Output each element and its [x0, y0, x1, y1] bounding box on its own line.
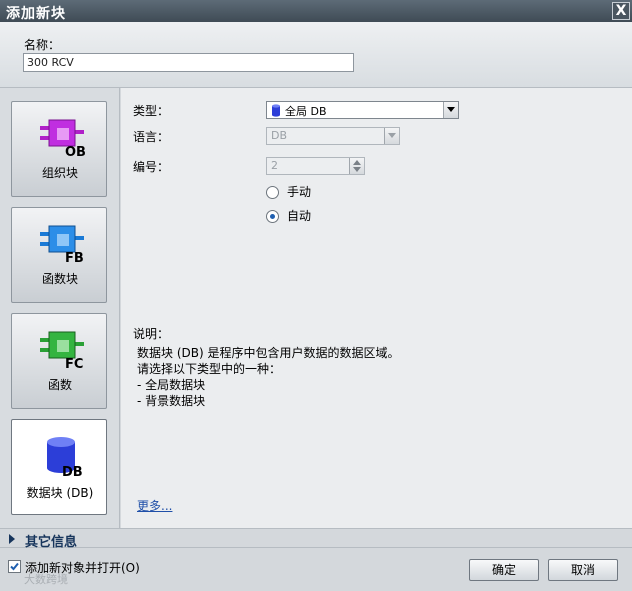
fc-code-text: FC [65, 357, 83, 372]
chevron-down-icon[interactable] [443, 102, 458, 118]
language-label: 语言： [133, 130, 170, 144]
radio-auto[interactable]: 自动 [266, 207, 311, 224]
window-title: 添加新块 [6, 6, 66, 22]
description-line: - 全局数据块 [137, 378, 206, 392]
language-dropdown[interactable]: DB [266, 127, 400, 145]
more-info-toggle[interactable]: 其它信息 [0, 528, 632, 550]
type-label: 类型： [133, 104, 170, 118]
expand-triangle-icon[interactable] [9, 534, 15, 544]
name-input[interactable] [23, 53, 354, 72]
fb-block-icon: FB [40, 225, 84, 266]
block-type-ob-button[interactable]: OB 组织块 [11, 101, 107, 197]
fb-code-text: FB [65, 251, 84, 266]
title-bar: 添加新块 X [0, 0, 632, 22]
checkmark-icon [10, 562, 19, 571]
radio-auto-circle[interactable] [266, 210, 279, 223]
open-after-add-checkbox[interactable] [8, 560, 21, 573]
language-value: DB [271, 129, 288, 142]
ob-code-text: OB [65, 145, 86, 160]
description-title: 说明： [133, 327, 170, 341]
description-line: 数据块 (DB) 是程序中包含用户数据的数据区域。 [137, 346, 400, 360]
db-code-text: DB [62, 465, 83, 478]
close-button[interactable]: X [612, 2, 630, 20]
db-small-icon [272, 104, 280, 117]
block-type-fc-label: 函数 [47, 378, 72, 392]
ok-button[interactable]: 确定 [469, 559, 539, 581]
number-label: 编号： [133, 160, 170, 174]
spin-arrows-icon[interactable] [349, 158, 364, 174]
fc-block-icon: FC [40, 331, 84, 372]
footer-bar: 添加新对象并打开(O) 大数跨境 确定 取消 [0, 549, 632, 591]
block-type-fb-label: 函数块 [41, 272, 78, 286]
watermark-text: 大数跨境 [24, 573, 68, 586]
description-line: 请选择以下类型中的一种： [137, 362, 282, 376]
block-type-panel: OB 组织块 FB 函数块 FC 函数 DB 数据块 (DB) [0, 88, 120, 528]
block-type-fb-button[interactable]: FB 函数块 [11, 207, 107, 303]
radio-manual-label: 手动 [287, 185, 312, 199]
number-stepper[interactable]: 2 [266, 157, 365, 175]
properties-panel: 类型： 全局 DB 语言： DB 编号： 2 手动 自动 说明： 数据块 (DB… [121, 88, 632, 528]
name-label: 名称： [24, 38, 61, 52]
block-type-fc-button[interactable]: FC 函数 [11, 313, 107, 409]
more-link[interactable]: 更多... [137, 497, 172, 514]
block-type-db-button[interactable]: DB 数据块 (DB) [11, 419, 107, 515]
name-section: 名称： [0, 22, 632, 88]
ob-block-icon: OB [40, 119, 86, 160]
block-type-db-label: 数据块 (DB) [26, 486, 94, 500]
radio-auto-label: 自动 [287, 209, 312, 223]
type-dropdown[interactable]: 全局 DB [266, 101, 459, 119]
cancel-button[interactable]: 取消 [548, 559, 618, 581]
number-value: 2 [271, 159, 278, 172]
type-value: 全局 DB [285, 105, 327, 118]
description-line: - 背景数据块 [137, 394, 206, 408]
radio-manual[interactable]: 手动 [266, 183, 311, 200]
block-type-ob-label: 组织块 [41, 166, 78, 180]
chevron-down-icon[interactable] [384, 128, 399, 144]
radio-manual-circle[interactable] [266, 186, 279, 199]
more-info-label: 其它信息 [25, 535, 78, 550]
db-cylinder-icon: DB [47, 437, 83, 478]
